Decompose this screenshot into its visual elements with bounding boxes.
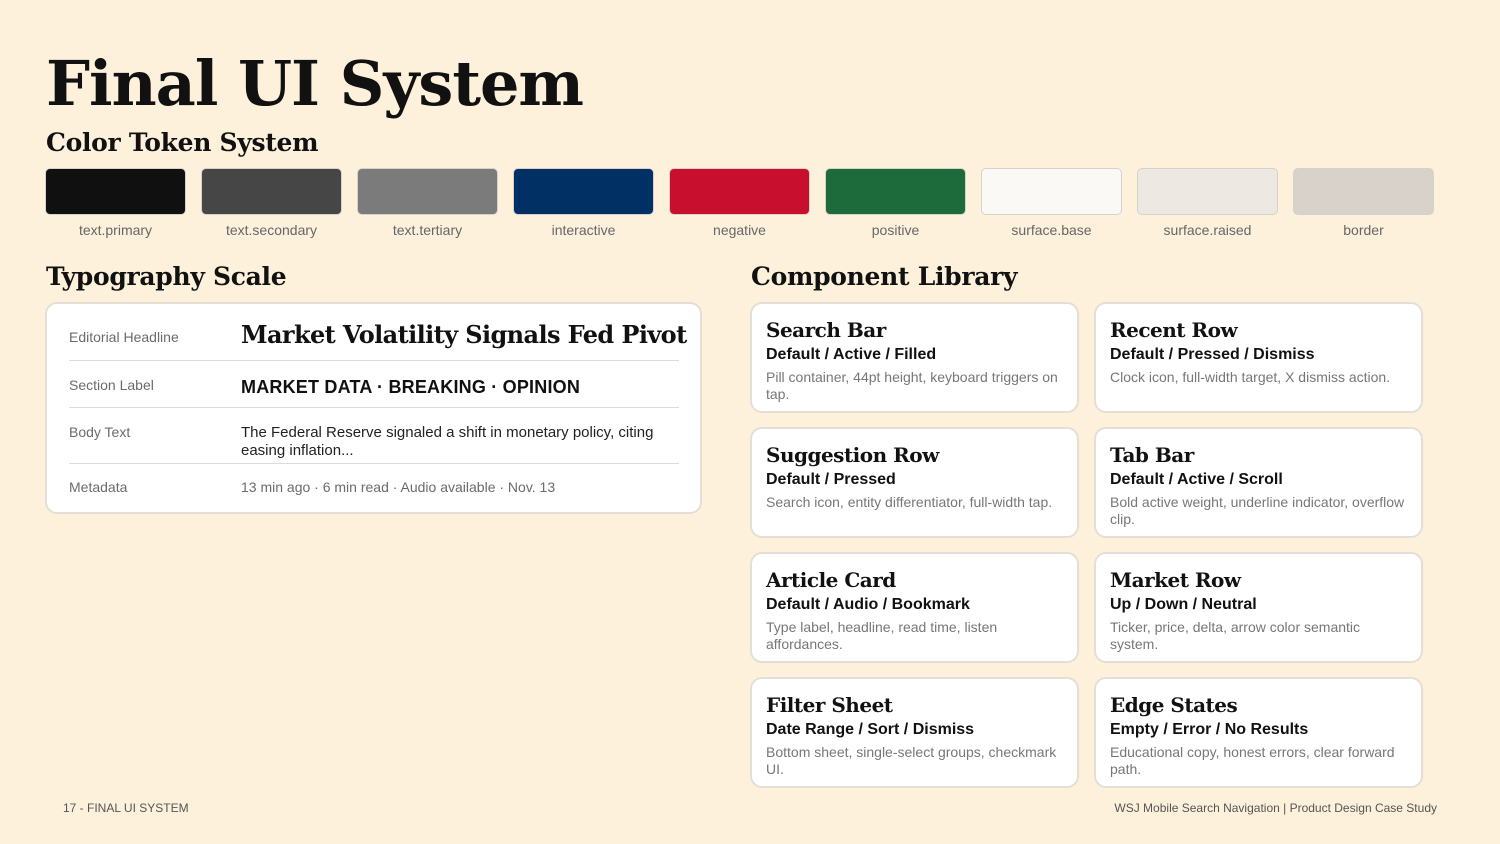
typography-scale-heading: Typography Scale — [46, 262, 287, 291]
type-row-label: Editorial Headline — [69, 329, 179, 345]
type-row-headline: Editorial Headline Market Volatility Sig… — [69, 320, 687, 360]
component-library-heading: Component Library — [751, 262, 1018, 291]
swatch-label: border — [1343, 222, 1384, 238]
component-card-suggestion-row: Suggestion Row Default / Pressed Search … — [750, 427, 1079, 538]
swatch-item: text.secondary — [201, 168, 342, 239]
component-states: Date Range / Sort / Dismiss — [766, 721, 975, 738]
typography-card: Editorial Headline Market Volatility Sig… — [45, 302, 702, 514]
component-description: Educational copy, honest errors, clear f… — [1110, 744, 1395, 777]
color-swatch-row: text.primary text.secondary text.tertiar… — [45, 168, 1438, 240]
row-divider — [69, 407, 679, 408]
swatch-label: negative — [713, 222, 766, 238]
swatch-label: positive — [871, 222, 920, 238]
component-states: Up / Down / Neutral — [1110, 596, 1257, 613]
row-divider — [69, 360, 679, 361]
component-description: Pill container, 44pt height, keyboard tr… — [766, 369, 1058, 402]
component-card-article-card: Article Card Default / Audio / Bookmark … — [750, 552, 1079, 663]
component-card-recent-row: Recent Row Default / Pressed / Dismiss C… — [1094, 302, 1423, 413]
type-sample-metadata: 13 min ago · 6 min read · Audio availabl… — [241, 479, 556, 495]
color-token-heading: Color Token System — [46, 128, 319, 157]
type-sample-body: The Federal Reserve signaled a shift in … — [241, 424, 654, 459]
component-states: Default / Active / Scroll — [1110, 471, 1283, 488]
color-swatch-interactive — [513, 168, 654, 215]
component-states: Empty / Error / No Results — [1110, 721, 1309, 738]
swatch-label: text.primary — [78, 222, 153, 238]
component-states: Default / Audio / Bookmark — [766, 596, 970, 613]
component-title: Edge States — [1110, 693, 1238, 717]
type-row-label: Section Label — [69, 377, 154, 393]
component-title: Search Bar — [766, 318, 886, 342]
type-row-metadata: Metadata 13 min ago · 6 min read · Audio… — [69, 478, 679, 498]
component-card-filter-sheet: Filter Sheet Date Range / Sort / Dismiss… — [750, 677, 1079, 788]
color-swatch-border — [1293, 168, 1434, 215]
color-swatch-positive — [825, 168, 966, 215]
swatch-label: interactive — [551, 222, 616, 238]
type-row-body: Body Text The Federal Reserve signaled a… — [69, 423, 679, 461]
swatch-item: text.tertiary — [357, 168, 498, 239]
component-description: Bottom sheet, single-select groups, chec… — [766, 744, 1057, 777]
type-sample-section-label: MARKET DATA · BREAKING · OPINION — [241, 377, 581, 397]
component-description: Type label, headline, read time, listen … — [766, 619, 998, 652]
component-description: Search icon, entity differentiator, full… — [766, 494, 1053, 510]
color-swatch-text-primary — [45, 168, 186, 215]
swatch-item: text.primary — [45, 168, 186, 239]
footer-page-label: 17 - FINAL UI SYSTEM — [63, 801, 189, 815]
type-row-label: Metadata — [69, 479, 128, 495]
swatch-item: border — [1293, 168, 1434, 239]
swatch-item: positive — [825, 168, 966, 239]
color-swatch-text-secondary — [201, 168, 342, 215]
component-card-edge-states: Edge States Empty / Error / No Results E… — [1094, 677, 1423, 788]
swatch-item: surface.raised — [1137, 168, 1278, 239]
swatch-item: negative — [669, 168, 810, 239]
color-swatch-negative — [669, 168, 810, 215]
type-sample-headline: Market Volatility Signals Fed Pivot — [241, 320, 687, 349]
swatch-item: interactive — [513, 168, 654, 239]
component-description: Clock icon, full-width target, X dismiss… — [1110, 369, 1391, 385]
swatch-label: text.tertiary — [392, 222, 463, 238]
component-title: Article Card — [766, 568, 896, 592]
swatch-item: surface.base — [981, 168, 1122, 239]
type-row-section-label: Section Label MARKET DATA · BREAKING · O… — [69, 376, 679, 400]
component-card-search-bar: Search Bar Default / Active / Filled Pil… — [750, 302, 1079, 413]
color-swatch-text-tertiary — [357, 168, 498, 215]
footer-case-study-label: WSJ Mobile Search Navigation | Product D… — [1114, 801, 1437, 815]
color-swatch-surface-base — [981, 168, 1122, 215]
component-states: Default / Pressed / Dismiss — [1110, 346, 1315, 363]
component-title: Market Row — [1110, 568, 1241, 592]
component-title: Tab Bar — [1110, 443, 1194, 467]
component-states: Default / Active / Filled — [766, 346, 937, 363]
component-description: Ticker, price, delta, arrow color semant… — [1110, 619, 1361, 652]
page-title: Final UI System — [46, 47, 584, 120]
component-card-market-row: Market Row Up / Down / Neutral Ticker, p… — [1094, 552, 1423, 663]
type-row-label: Body Text — [69, 424, 131, 440]
component-description: Bold active weight, underline indicator,… — [1110, 494, 1405, 527]
row-divider — [69, 463, 679, 464]
component-title: Recent Row — [1110, 318, 1238, 342]
color-swatch-surface-raised — [1137, 168, 1278, 215]
swatch-label: surface.raised — [1163, 222, 1252, 238]
swatch-label: surface.base — [1011, 222, 1092, 238]
swatch-label: text.secondary — [225, 222, 318, 238]
component-states: Default / Pressed — [766, 471, 896, 488]
component-title: Filter Sheet — [766, 693, 893, 717]
component-title: Suggestion Row — [766, 443, 939, 467]
component-card-tab-bar: Tab Bar Default / Active / Scroll Bold a… — [1094, 427, 1423, 538]
